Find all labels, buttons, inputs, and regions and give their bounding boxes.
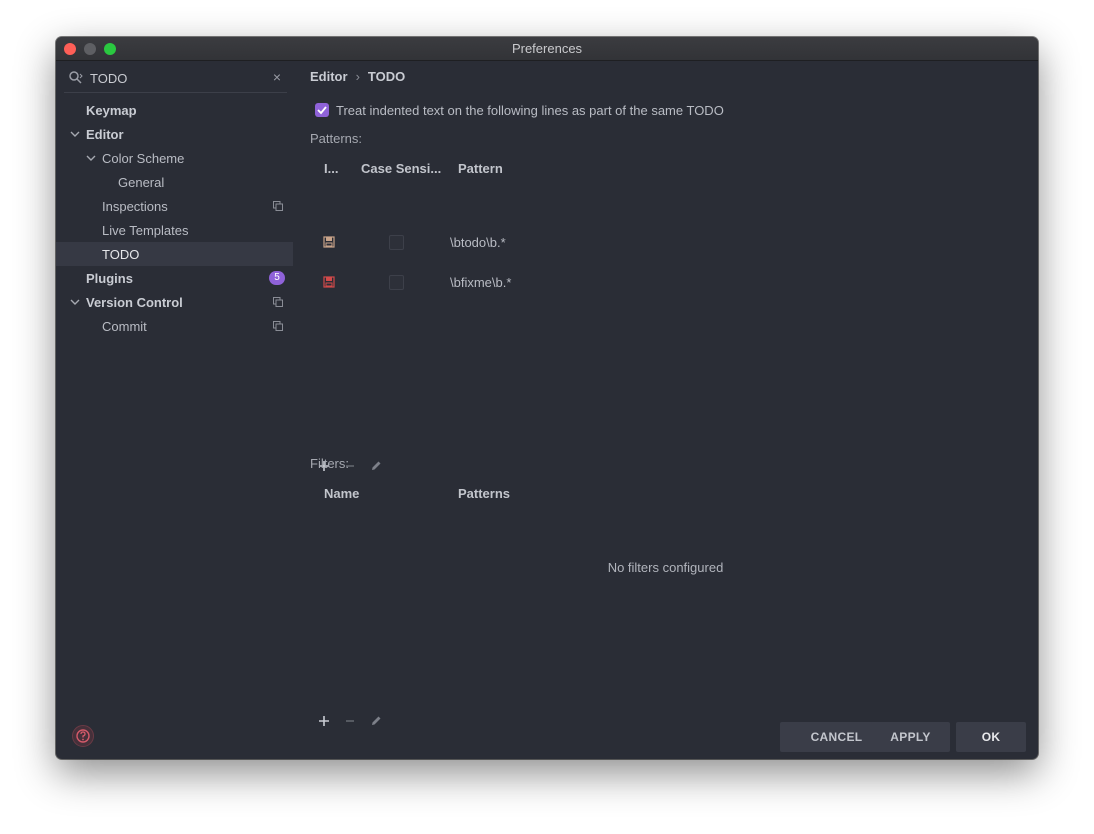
sidebar-item-label: Commit	[102, 319, 147, 334]
sidebar-item-label: TODO	[102, 247, 140, 262]
sidebar-item-inspections[interactable]: Inspections	[56, 194, 293, 218]
no-filters-message: No filters configured	[607, 560, 724, 575]
chevron-down-icon[interactable]	[70, 129, 80, 139]
sidebar-item-label: Editor	[86, 127, 124, 142]
chevron-down-icon[interactable]	[86, 153, 96, 163]
sidebar-item-label: Plugins	[86, 271, 133, 286]
chevron-down-icon[interactable]	[70, 297, 80, 307]
sidebar-item-label: General	[118, 175, 165, 190]
pattern-cell: \btodo\b.*	[450, 235, 506, 250]
breadcrumb-separator: ›	[355, 69, 360, 84]
breadcrumb-editor[interactable]: Editor	[310, 69, 348, 84]
project-settings-icon	[273, 297, 283, 307]
pattern-cell: \bfixme\b.*	[450, 275, 512, 290]
sidebar-item-label: Live Templates	[102, 223, 189, 238]
project-settings-icon	[273, 201, 283, 211]
preferences-window: Preferences TODO × Keymap Editor Color S…	[56, 37, 1038, 759]
title-bar: Preferences	[56, 37, 1038, 61]
apply-button[interactable]: APPLY	[871, 722, 950, 752]
checkmark-icon	[317, 106, 327, 115]
sidebar-item-label: Color Scheme	[102, 151, 185, 166]
question-icon	[76, 729, 90, 743]
filters-label: Filters:	[310, 456, 349, 471]
sidebar-item-general[interactable]: General	[56, 170, 293, 194]
sidebar-item-color-scheme[interactable]: Color Scheme	[56, 146, 293, 170]
window-title: Preferences	[511, 41, 583, 56]
patterns-label: Patterns:	[310, 131, 363, 146]
sidebar-item-live-templates[interactable]: Live Templates	[56, 218, 293, 242]
column-patterns[interactable]: Patterns	[458, 486, 510, 501]
edit-icon[interactable]	[369, 714, 383, 728]
breadcrumb-todo: TODO	[367, 69, 406, 84]
help-button[interactable]	[72, 725, 94, 747]
todo-settings-panel: Editor › TODO Treat indented text on the f…	[293, 61, 1038, 759]
sidebar-item-commit[interactable]: Commit	[56, 314, 293, 338]
ok-button[interactable]: OK	[956, 722, 1026, 752]
settings-sidebar: TODO × Keymap Editor Color Scheme Genera…	[56, 61, 293, 759]
column-name[interactable]: Name	[324, 486, 359, 501]
sidebar-item-editor[interactable]: Editor	[56, 122, 293, 146]
remove-icon[interactable]	[343, 714, 357, 728]
plugins-update-badge: 5	[269, 271, 285, 285]
case-sensitive-checkbox[interactable]	[389, 235, 404, 250]
sidebar-item-keymap[interactable]: Keymap	[56, 98, 293, 122]
add-icon[interactable]	[317, 714, 331, 728]
search-input[interactable]: TODO	[90, 71, 127, 86]
clear-search-icon[interactable]: ×	[273, 69, 281, 85]
column-case-sensitive[interactable]: Case Sensi...	[361, 161, 441, 176]
sidebar-item-todo[interactable]: TODO	[56, 242, 293, 266]
todo-icon	[323, 236, 335, 248]
sidebar-item-label: Keymap	[86, 103, 137, 118]
sidebar-item-label: Inspections	[102, 199, 168, 214]
search-icon	[69, 71, 83, 84]
fixme-icon	[323, 276, 335, 288]
case-sensitive-checkbox[interactable]	[389, 275, 404, 290]
project-settings-icon	[273, 321, 283, 331]
search-field[interactable]: TODO ×	[64, 66, 287, 93]
column-icon[interactable]: I...	[324, 161, 338, 176]
treat-indented-checkbox[interactable]	[315, 103, 329, 117]
sidebar-item-version-control[interactable]: Version Control	[56, 290, 293, 314]
edit-icon[interactable]	[369, 459, 383, 473]
treat-indented-label[interactable]: Treat indented text on the following lin…	[336, 103, 724, 118]
column-pattern[interactable]: Pattern	[458, 161, 503, 176]
sidebar-item-label: Version Control	[86, 295, 183, 310]
breadcrumb: Editor › TODO	[310, 69, 405, 84]
sidebar-item-plugins[interactable]: Plugins 5	[56, 266, 293, 290]
